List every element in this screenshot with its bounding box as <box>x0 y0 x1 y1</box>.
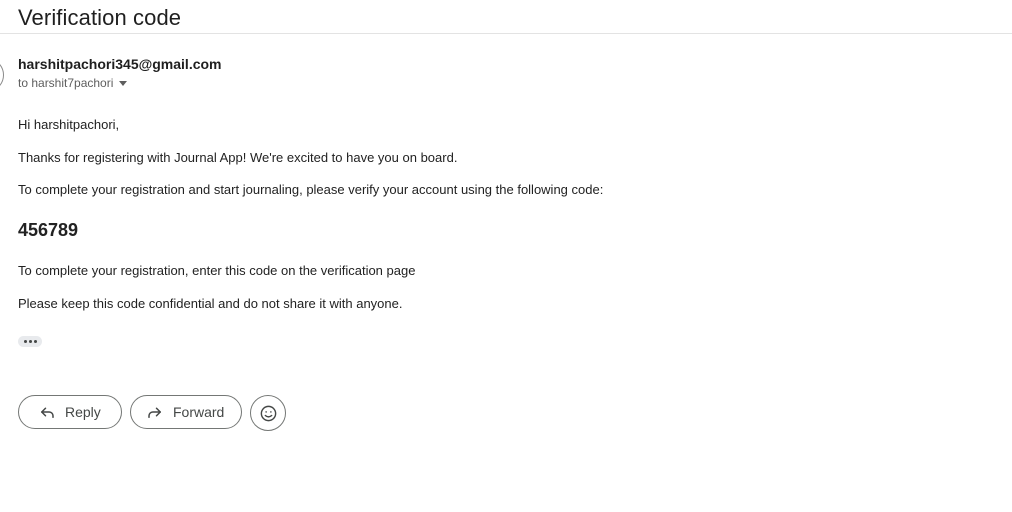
email-body-line: To complete your registration, enter thi… <box>18 263 416 278</box>
add-reaction-button[interactable] <box>250 395 286 431</box>
reply-button[interactable]: Reply <box>18 395 122 429</box>
email-body-line: Thanks for registering with Journal App!… <box>18 150 458 165</box>
email-view: Verification code harshitpachori345@gmai… <box>0 0 1012 512</box>
recipient-details-toggle[interactable]: to harshit7pachori <box>18 76 128 90</box>
reply-arrow-icon <box>41 407 54 418</box>
caret-down-icon[interactable] <box>119 81 128 86</box>
subject-header: Verification code <box>0 0 1012 34</box>
reply-label: Reply <box>65 404 101 420</box>
sender-avatar[interactable] <box>0 58 4 92</box>
email-greeting: Hi harshitpachori, <box>18 117 120 132</box>
email-subject: Verification code <box>18 5 182 30</box>
smiley-icon <box>260 405 276 421</box>
verification-code: 456789 <box>18 220 79 240</box>
recipient-label: to harshit7pachori <box>18 76 114 90</box>
email-body-line: To complete your registration and start … <box>18 182 604 197</box>
forward-arrow-icon <box>148 407 161 418</box>
forward-button[interactable]: Forward <box>130 395 242 429</box>
more-horizontal-icon <box>23 340 27 343</box>
more-horizontal-icon <box>28 340 32 343</box>
email-body-line: Please keep this code confidential and d… <box>18 296 403 311</box>
show-trimmed-content-button[interactable] <box>18 336 42 347</box>
forward-label: Forward <box>173 404 225 420</box>
more-horizontal-icon <box>33 340 37 343</box>
sender-email[interactable]: harshitpachori345@gmail.com <box>18 56 222 72</box>
